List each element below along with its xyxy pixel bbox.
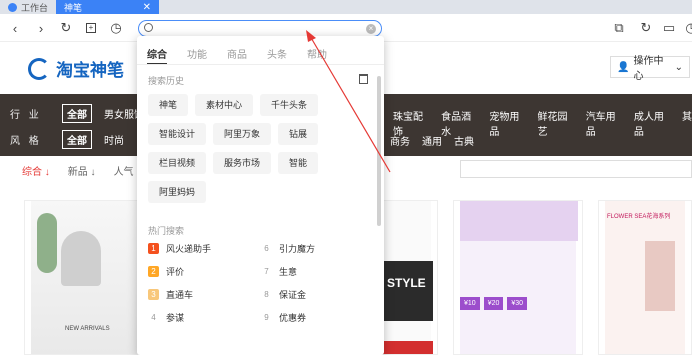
arrow-line: [309, 35, 391, 173]
arrow-head: [306, 30, 316, 42]
annotation-arrow-icon: [306, 30, 391, 173]
